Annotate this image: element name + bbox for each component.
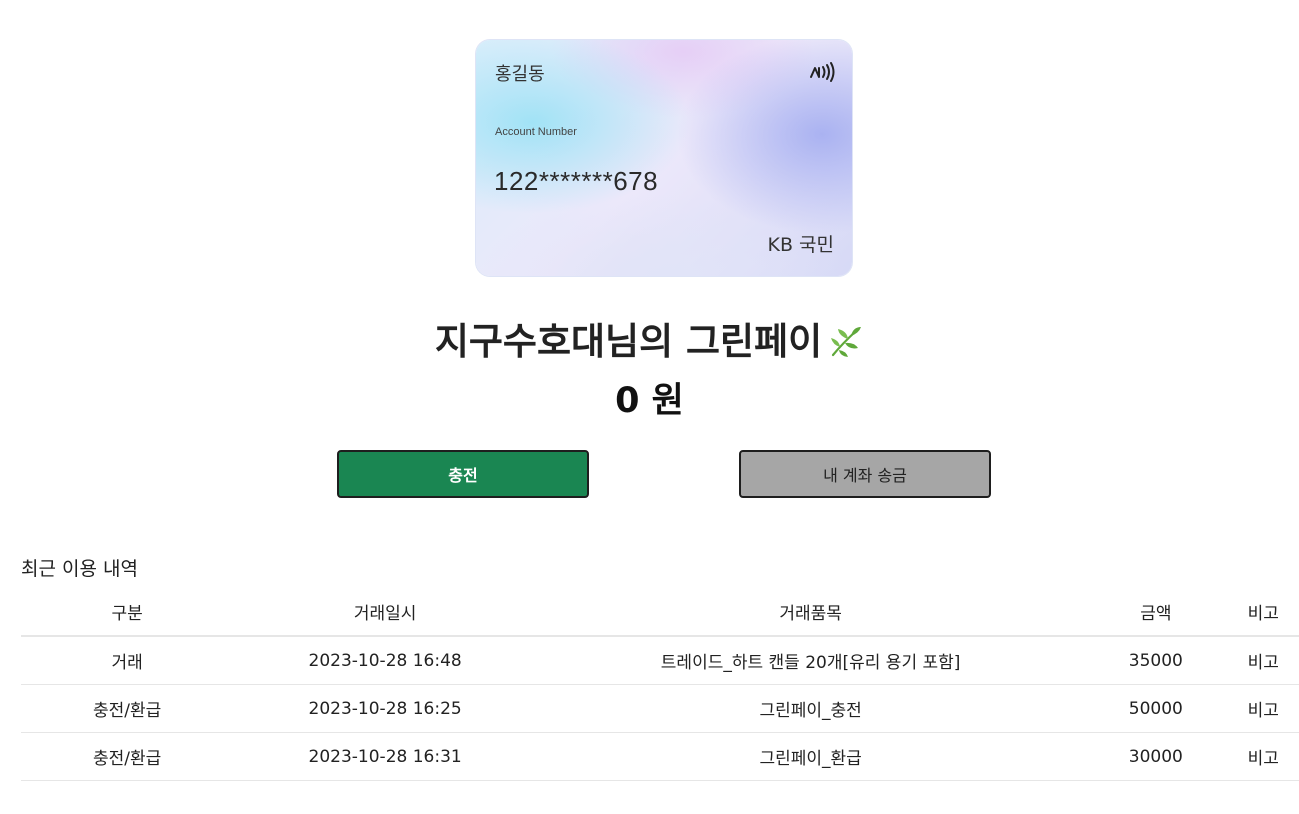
cell-type: 거래 [21, 636, 234, 685]
column-header-datetime: 거래일시 [233, 588, 537, 637]
column-header-note: 비고 [1227, 588, 1299, 637]
account-number: 122*******678 [494, 166, 659, 196]
column-header-item: 거래품목 [536, 588, 1085, 637]
cell-item: 그린페이_환급 [536, 732, 1085, 781]
column-header-type: 구분 [21, 588, 234, 637]
transfer-to-my-account-button[interactable]: 내 계좌 송금 [739, 450, 991, 498]
account-card: 홍길동 Account Number 122*******678 KB 국민 [476, 40, 852, 276]
cell-note: 비고 [1227, 732, 1299, 781]
leaf-icon [831, 327, 862, 357]
cell-datetime: 2023-10-28 16:48 [233, 636, 537, 685]
history-table: 구분 거래일시 거래품목 금액 비고 거래 2023-10-28 16:48 트… [21, 588, 1299, 781]
cell-type: 충전/환급 [21, 732, 234, 781]
table-header-row: 구분 거래일시 거래품목 금액 비고 [21, 588, 1299, 637]
table-row: 충전/환급 2023-10-28 16:25 그린페이_충전 50000 비고 [21, 684, 1299, 733]
cell-note: 비고 [1227, 636, 1299, 685]
cell-datetime: 2023-10-28 16:25 [233, 684, 537, 733]
page-title-row: 지구수호대님의 그린페이 [0, 311, 1299, 365]
account-number-label: Account Number [495, 126, 577, 138]
balance-amount: 0 원 [615, 381, 684, 421]
recent-history-title: 최근 이용 내역 [21, 558, 138, 580]
cell-amount: 35000 [1084, 636, 1228, 685]
column-header-amount: 금액 [1084, 588, 1228, 637]
table-row: 충전/환급 2023-10-28 16:31 그린페이_환급 30000 비고 [21, 732, 1299, 781]
nfc-contactless-icon [810, 62, 835, 82]
page-title: 지구수호대님의 그린페이 [434, 320, 823, 363]
table-row: 거래 2023-10-28 16:48 트레이드_하트 캔들 20개[유리 용기… [21, 636, 1299, 685]
bank-name: KB 국민 [767, 234, 835, 256]
cell-type: 충전/환급 [21, 684, 234, 733]
cell-item: 그린페이_충전 [536, 684, 1085, 733]
charge-button[interactable]: 충전 [337, 450, 589, 498]
cell-note: 비고 [1227, 684, 1299, 733]
cell-amount: 50000 [1084, 684, 1228, 733]
cell-amount: 30000 [1084, 732, 1228, 781]
cell-datetime: 2023-10-28 16:31 [233, 732, 537, 781]
card-holder-name: 홍길동 [495, 64, 545, 85]
cell-item: 트레이드_하트 캔들 20개[유리 용기 포함] [536, 636, 1085, 685]
